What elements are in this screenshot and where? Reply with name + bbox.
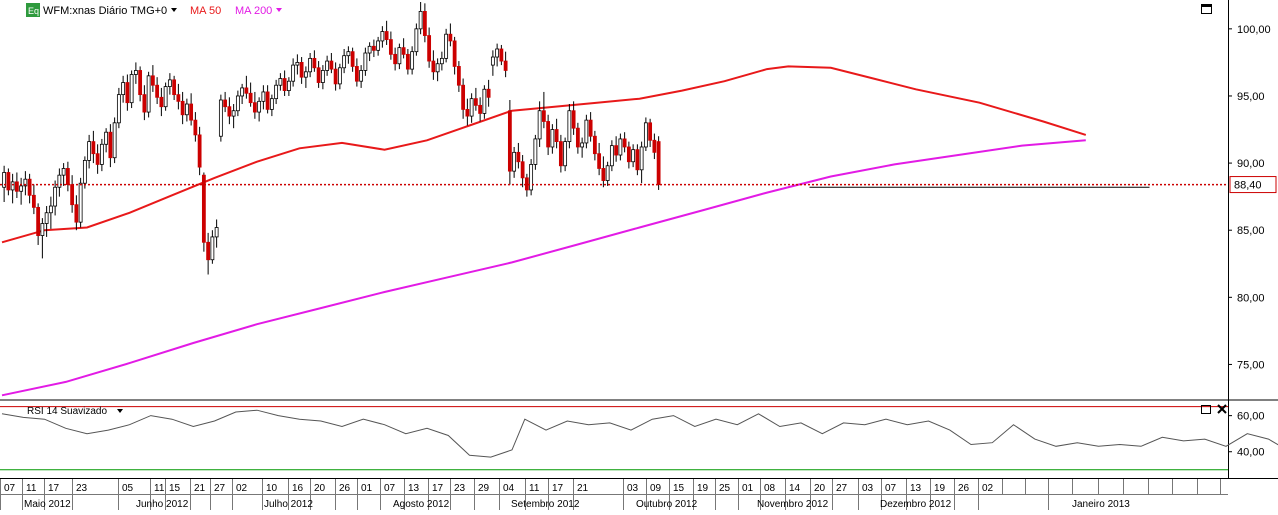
date-tick-label: 15 bbox=[673, 483, 685, 494]
date-tick-label: 17 bbox=[552, 483, 564, 494]
month-label: Junho 2012 bbox=[136, 499, 189, 510]
date-tick-label: 16 bbox=[292, 483, 304, 494]
price-tick-label: 90,00 bbox=[1237, 158, 1265, 170]
candle bbox=[567, 104, 572, 149]
date-tick-label: 23 bbox=[454, 483, 466, 494]
symbol-label[interactable]: WFM:xnas Diário TMG+0 bbox=[43, 5, 167, 17]
date-tick-label: 13 bbox=[910, 483, 922, 494]
date-tick-label: 17 bbox=[432, 483, 444, 494]
month-label: Maio 2012 bbox=[24, 499, 71, 510]
candle bbox=[482, 85, 487, 119]
candle bbox=[529, 159, 534, 196]
candle bbox=[656, 136, 661, 190]
date-tick-label: 11 bbox=[529, 483, 540, 494]
price-tick-label: 80,00 bbox=[1237, 292, 1265, 304]
date-tick-label: 02 bbox=[236, 483, 248, 494]
date-tick-label: 17 bbox=[48, 483, 60, 494]
rsi-label[interactable]: RSI 14 Suavizado bbox=[27, 406, 107, 417]
month-label: Setembro 2012 bbox=[511, 499, 580, 510]
price-tick-label: 85,00 bbox=[1237, 225, 1265, 237]
price-chart: 88,40 100,00 95,00 90,00 85,00 80,00 75,00 60… bbox=[0, 0, 1278, 510]
date-tick-label: 27 bbox=[214, 483, 226, 494]
price-tick-label: 75,00 bbox=[1237, 359, 1265, 371]
month-label: Agosto 2012 bbox=[393, 499, 450, 510]
month-label: Outubro 2012 bbox=[636, 499, 698, 510]
date-tick-label: 09 bbox=[650, 483, 662, 494]
date-tick-label: 07 bbox=[4, 483, 16, 494]
price-tick-label: 100,00 bbox=[1237, 24, 1271, 36]
date-tick-label: 02 bbox=[982, 483, 994, 494]
candle bbox=[643, 117, 648, 152]
date-tick-label: 26 bbox=[958, 483, 970, 494]
candle bbox=[146, 71, 151, 118]
date-tick-label: 04 bbox=[503, 483, 515, 494]
date-tick-label: 01 bbox=[742, 483, 754, 494]
date-tick-label: 27 bbox=[836, 483, 848, 494]
ma200-label[interactable]: MA 200 bbox=[235, 5, 272, 17]
price-tick-label: 95,00 bbox=[1237, 91, 1265, 103]
ma50-label[interactable]: MA 50 bbox=[190, 5, 221, 17]
chart-window: 88,40 100,00 95,00 90,00 85,00 80,00 75,00 60… bbox=[0, 0, 1278, 510]
last-price-label: 88,40 bbox=[1234, 180, 1262, 192]
date-tick-label: 03 bbox=[862, 483, 874, 494]
date-tick-label: 13 bbox=[408, 483, 420, 494]
date-tick-label: 25 bbox=[719, 483, 731, 494]
candle bbox=[112, 117, 117, 164]
month-label: Dezembro 2012 bbox=[880, 499, 952, 510]
date-tick-label: 19 bbox=[934, 483, 946, 494]
symbol-badge-label: Eq bbox=[28, 6, 39, 16]
date-tick-label: 07 bbox=[384, 483, 396, 494]
date-tick-label: 21 bbox=[577, 483, 589, 494]
date-tick-label: 10 bbox=[266, 483, 278, 494]
date-tick-label: 19 bbox=[697, 483, 709, 494]
date-tick-label: 11 bbox=[154, 483, 165, 494]
candle bbox=[129, 70, 134, 109]
date-tick-label: 05 bbox=[122, 483, 134, 494]
date-tick-label: 29 bbox=[478, 483, 490, 494]
rsi-tick-label: 60,00 bbox=[1237, 411, 1265, 423]
date-tick-label: 15 bbox=[169, 483, 181, 494]
candle bbox=[533, 134, 538, 170]
date-tick-label: 11 bbox=[26, 483, 37, 494]
month-label: Julho 2012 bbox=[264, 499, 313, 510]
date-tick-label: 21 bbox=[194, 483, 206, 494]
candle bbox=[584, 114, 589, 149]
date-tick-label: 08 bbox=[764, 483, 776, 494]
date-tick-label: 26 bbox=[339, 483, 351, 494]
candle bbox=[218, 94, 223, 142]
date-tick-label: 03 bbox=[627, 483, 639, 494]
date-tick-label: 01 bbox=[361, 483, 373, 494]
date-tick-label: 20 bbox=[814, 483, 826, 494]
candle bbox=[163, 82, 168, 111]
month-label: Janeiro 2013 bbox=[1072, 499, 1130, 510]
rsi-tick-label: 40,00 bbox=[1237, 447, 1265, 459]
date-tick-label: 07 bbox=[885, 483, 897, 494]
date-tick-label: 14 bbox=[789, 483, 801, 494]
date-tick-label: 23 bbox=[76, 483, 88, 494]
month-label: Novembro 2012 bbox=[757, 499, 829, 510]
candle bbox=[563, 137, 568, 172]
candle bbox=[444, 28, 449, 63]
date-tick-label: 20 bbox=[314, 483, 326, 494]
